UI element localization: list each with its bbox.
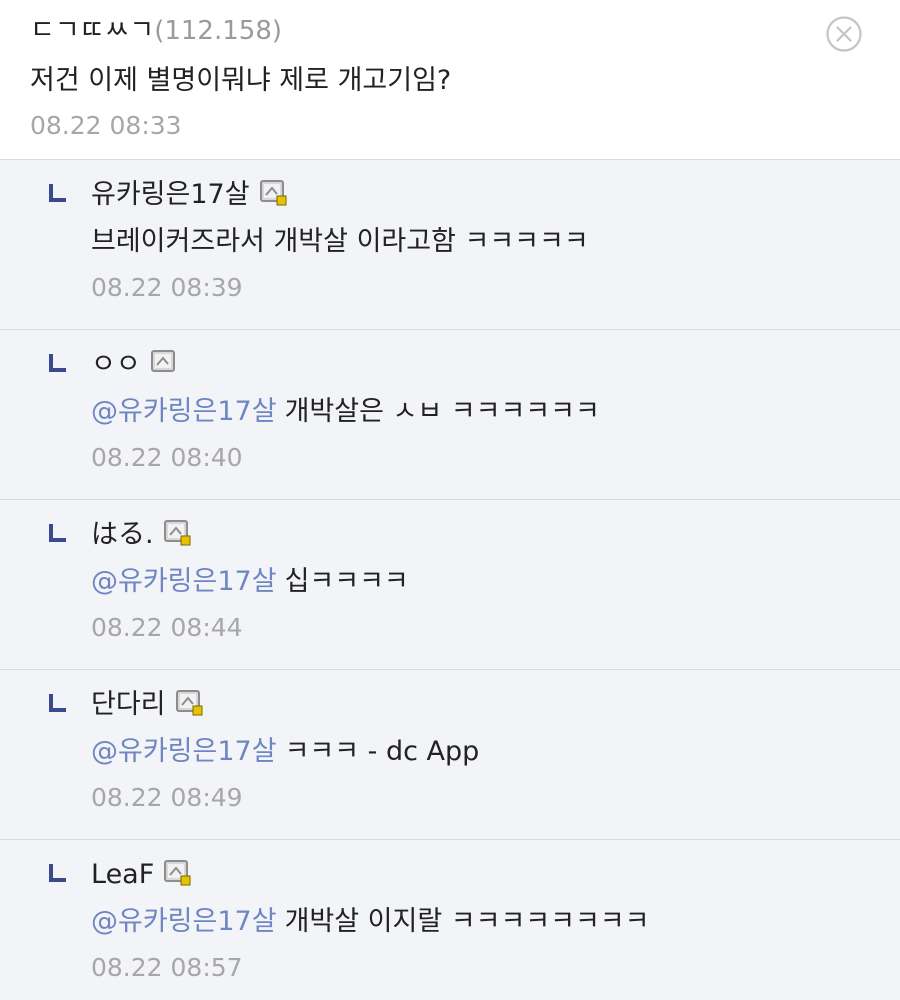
reply-author-name[interactable]: 유카링은17살 [91, 177, 250, 213]
reply-text: @유카링은17살 십ㅋㅋㅋㅋ [91, 564, 409, 600]
reply-arrow-icon [49, 354, 66, 372]
close-circle-icon[interactable] [826, 16, 862, 52]
reply-time: 08.22 08:40 [91, 443, 243, 472]
parent-comment: ㄷㄱㄸㅆㄱ(112.158) 저건 이제 별명이뭐냐 제로 개고기임? 08.2… [0, 0, 900, 160]
reply-item: 유카링은17살 브레이커즈라서 개박살 이라고함 ㅋㅋㅋㅋㅋ 08.22 08:… [0, 160, 900, 330]
reply-text: @유카링은17살 개박살 이지랄 ㅋㅋㅋㅋㅋㅋㅋㅋ [91, 904, 650, 940]
reply-text: @유카링은17살 ㅋㅋㅋ - dc App [91, 734, 479, 770]
member-badge-icon [150, 350, 175, 372]
reply-author-name[interactable]: LeaF [91, 857, 154, 893]
reply-arrow-icon [49, 184, 66, 202]
reply-author-line: LeaF [91, 857, 192, 893]
reply-author-line: 유카링은17살 [91, 177, 288, 213]
reply-body: 십ㅋㅋㅋㅋ [284, 566, 409, 597]
reply-mention[interactable]: @유카링은17살 [91, 906, 277, 937]
reply-body: 개박살 이지랄 ㅋㅋㅋㅋㅋㅋㅋㅋ [284, 906, 650, 937]
reply-author-name[interactable]: はる. [91, 517, 154, 553]
reply-author-line: 단다리 [91, 687, 204, 723]
reply-arrow-icon [49, 864, 66, 882]
reply-mention[interactable]: @유카링은17살 [91, 736, 277, 767]
reply-body: 브레이커즈라서 개박살 이라고함 ㅋㅋㅋㅋㅋ [91, 226, 589, 257]
reply-time: 08.22 08:39 [91, 273, 243, 302]
reply-body: 개박살은 ㅅㅂ ㅋㅋㅋㅋㅋㅋ [284, 396, 600, 427]
reply-author-name[interactable]: ㅇㅇ [91, 347, 141, 383]
parent-comment-text: 저건 이제 별명이뭐냐 제로 개고기임? [30, 65, 452, 96]
reply-arrow-icon [49, 694, 66, 712]
reply-author-line: ㅇㅇ [91, 347, 179, 383]
member-badge-icon [259, 180, 287, 206]
reply-time: 08.22 08:57 [91, 953, 243, 982]
member-badge-icon [175, 690, 203, 716]
reply-body: ㅋㅋㅋ - dc App [284, 736, 480, 767]
parent-author-line: ㄷㄱㄸㅆㄱ(112.158) [30, 14, 282, 48]
reply-list: 유카링은17살 브레이커즈라서 개박살 이라고함 ㅋㅋㅋㅋㅋ 08.22 08:… [0, 160, 900, 1000]
reply-text: @유카링은17살 개박살은 ㅅㅂ ㅋㅋㅋㅋㅋㅋ [91, 394, 600, 430]
reply-author-line: はる. [91, 517, 192, 553]
reply-item: LeaF @유카링은17살 개박살 이지랄 ㅋㅋㅋㅋㅋㅋㅋㅋ 08.22 08:5… [0, 840, 900, 1000]
reply-mention[interactable]: @유카링은17살 [91, 396, 277, 427]
reply-time: 08.22 08:44 [91, 613, 243, 642]
member-badge-icon [163, 520, 191, 546]
parent-author-name[interactable]: ㄷㄱㄸㅆㄱ [30, 15, 154, 46]
comment-thread: ㄷㄱㄸㅆㄱ(112.158) 저건 이제 별명이뭐냐 제로 개고기임? 08.2… [0, 0, 900, 1000]
reply-text: 브레이커즈라서 개박살 이라고함 ㅋㅋㅋㅋㅋ [91, 224, 589, 260]
member-badge-icon [164, 860, 191, 886]
reply-item: 단다리 @유카링은17살 ㅋㅋㅋ - dc App 08.22 08:49 [0, 670, 900, 840]
reply-mention[interactable]: @유카링은17살 [91, 566, 277, 597]
parent-author-ip: (112.158) [154, 16, 283, 46]
reply-item: はる. @유카링은17살 십ㅋㅋㅋㅋ 08.22 08:44 [0, 500, 900, 670]
reply-item: ㅇㅇ @유카링은17살 개박살은 ㅅㅂ ㅋㅋㅋㅋㅋㅋ 08.22 08:40 [0, 330, 900, 500]
reply-arrow-icon [49, 524, 66, 542]
reply-time: 08.22 08:49 [91, 783, 243, 812]
reply-author-name[interactable]: 단다리 [91, 687, 166, 723]
parent-comment-time: 08.22 08:33 [30, 111, 182, 140]
